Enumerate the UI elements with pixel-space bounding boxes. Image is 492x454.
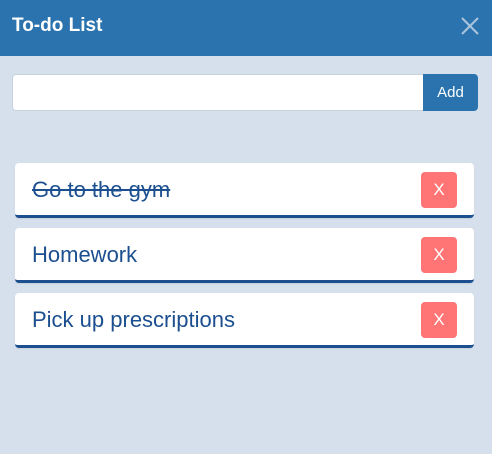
add-button[interactable]: Add bbox=[423, 74, 478, 111]
close-button[interactable] bbox=[456, 12, 484, 40]
delete-button[interactable]: X bbox=[421, 302, 457, 338]
todo-list: Go to the gym X Homework X Pick up presc… bbox=[15, 163, 474, 358]
new-todo-form: Add bbox=[12, 74, 478, 111]
delete-button[interactable]: X bbox=[421, 172, 457, 208]
todo-item: Homework X bbox=[15, 228, 474, 283]
todo-text[interactable]: Homework bbox=[32, 242, 137, 268]
app-title: To-do List bbox=[12, 15, 103, 36]
todo-item: Go to the gym X bbox=[15, 163, 474, 218]
close-icon bbox=[461, 17, 479, 35]
todo-text[interactable]: Go to the gym bbox=[32, 177, 170, 203]
delete-button[interactable]: X bbox=[421, 237, 457, 273]
todo-item: Pick up prescriptions X bbox=[15, 293, 474, 348]
titlebar: To-do List bbox=[0, 0, 492, 56]
new-todo-input[interactable] bbox=[12, 74, 423, 111]
todo-text[interactable]: Pick up prescriptions bbox=[32, 307, 235, 333]
